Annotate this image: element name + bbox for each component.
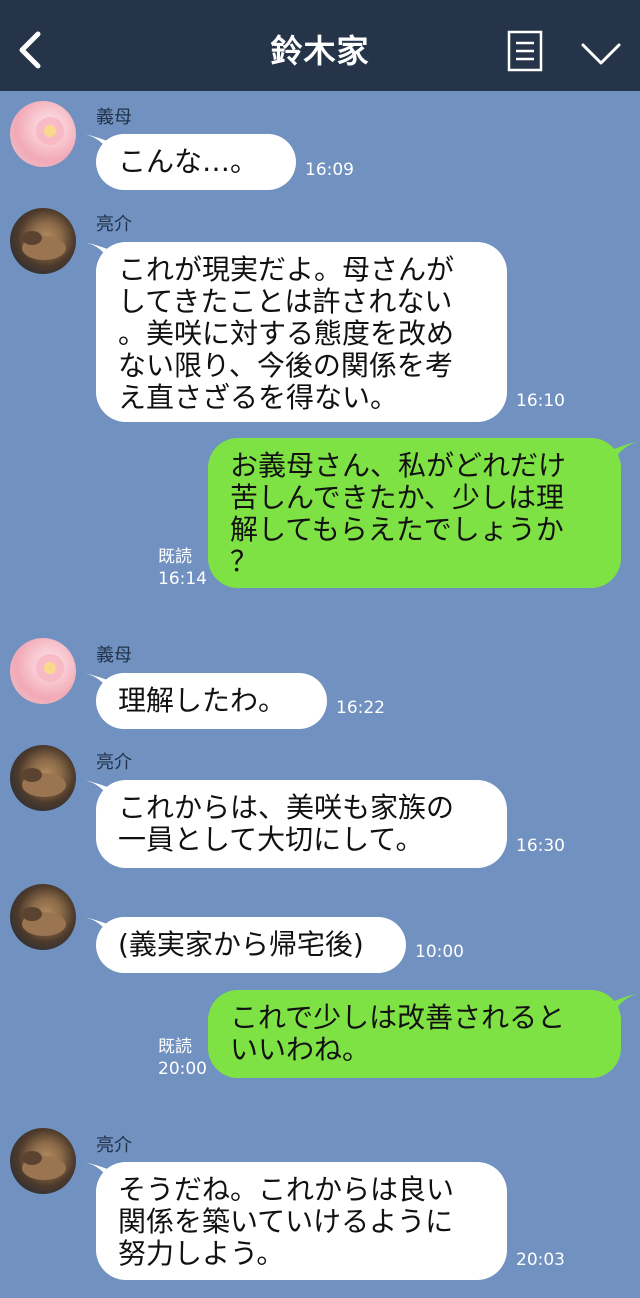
- message-text: これが現実だよ。母さんが してきたことは許されない 。美咲に対する態度を改め な…: [118, 253, 455, 414]
- read-status: 既読 16:14: [158, 547, 207, 589]
- avatar[interactable]: [10, 884, 76, 950]
- message-bubble[interactable]: これからは、美咲も家族の 一員として大切にして。: [96, 780, 507, 868]
- read-status: 既読 20:00: [158, 1037, 207, 1079]
- message-text: お義母さん、私がどれだけ 苦しんできたか、少しは理 解してもらえたでしょうか ？: [230, 449, 567, 578]
- message-time: 16:30: [516, 836, 565, 856]
- avatar[interactable]: [10, 1128, 76, 1194]
- message-bubble[interactable]: 理解したわ。: [96, 673, 327, 729]
- sender-name: 亮介: [96, 752, 132, 773]
- chat-header: 鈴木家: [0, 0, 640, 91]
- message-text: 理解したわ。: [118, 684, 287, 717]
- message-text: これからは、美咲も家族の 一員として大切にして。: [118, 791, 455, 856]
- sender-name: 義母: [96, 645, 132, 666]
- message-time: 16:22: [336, 698, 385, 718]
- avatar[interactable]: [10, 638, 76, 704]
- message-text: こんな…。: [118, 145, 259, 178]
- chevron-down-icon[interactable]: [580, 40, 622, 68]
- bubble-tail: [614, 441, 640, 461]
- bubble-tail: [614, 993, 640, 1013]
- message-text: (義実家から帰宅後): [118, 928, 364, 961]
- avatar[interactable]: [10, 745, 76, 811]
- sender-name: 亮介: [96, 1135, 132, 1156]
- message-bubble[interactable]: これが現実だよ。母さんが してきたことは許されない 。美咲に対する態度を改め な…: [96, 242, 507, 422]
- sender-name: 亮介: [96, 214, 132, 235]
- message-text: これで少しは改善されると いいわね。: [230, 1001, 566, 1066]
- message-time: 20:03: [516, 1250, 565, 1270]
- message-bubble[interactable]: (義実家から帰宅後): [96, 917, 406, 973]
- message-bubble[interactable]: こんな…。: [96, 134, 296, 190]
- avatar[interactable]: [10, 101, 76, 167]
- message-bubble[interactable]: お義母さん、私がどれだけ 苦しんできたか、少しは理 解してもらえたでしょうか ？: [208, 438, 621, 588]
- list-icon[interactable]: [507, 30, 543, 72]
- avatar[interactable]: [10, 208, 76, 274]
- message-time: 16:09: [305, 160, 354, 180]
- message-bubble[interactable]: そうだね。これからは良い 関係を築いていけるように 努力しよう。: [96, 1162, 507, 1280]
- message-text: そうだね。これからは良い 関係を築いていけるように 努力しよう。: [118, 1173, 455, 1270]
- message-time: 10:00: [415, 942, 464, 962]
- message-time: 16:10: [516, 391, 565, 411]
- sender-name: 義母: [96, 107, 132, 128]
- chat-title: 鈴木家: [270, 32, 370, 70]
- message-bubble[interactable]: これで少しは改善されると いいわね。: [208, 990, 621, 1078]
